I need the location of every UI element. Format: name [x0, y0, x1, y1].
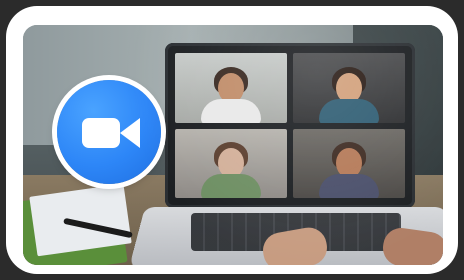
image-frame — [0, 0, 464, 280]
participant — [199, 66, 263, 123]
participant-body — [319, 98, 379, 123]
participant-tile — [293, 128, 405, 198]
participant-tile — [175, 53, 287, 123]
participant-tile — [293, 53, 405, 123]
laptop-screen — [165, 43, 415, 208]
participant-body — [201, 98, 261, 123]
video-camera-icon — [82, 118, 120, 148]
video-camera-lens-icon — [120, 118, 140, 148]
participant-body — [319, 174, 379, 198]
participant — [317, 142, 381, 198]
photo-scene — [23, 25, 443, 265]
video-call-grid — [175, 53, 405, 198]
participant-tile — [175, 128, 287, 198]
hand — [380, 225, 443, 265]
thumbnail-card — [9, 9, 455, 271]
participant — [199, 142, 263, 198]
zoom-logo — [57, 80, 161, 184]
participant-body — [201, 174, 261, 198]
participant — [317, 66, 381, 123]
